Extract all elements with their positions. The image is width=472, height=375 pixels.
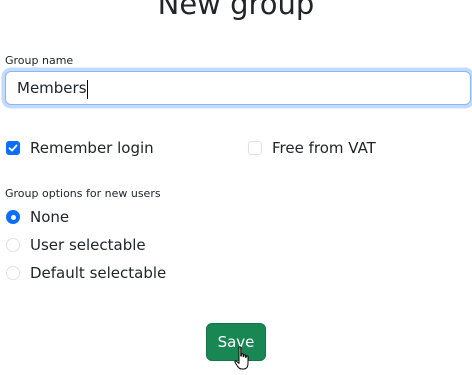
group-options-label: Group options for new users bbox=[5, 187, 161, 200]
remember-login-checkbox-row[interactable]: Remember login bbox=[6, 139, 154, 157]
radio-option-user-selectable[interactable]: User selectable bbox=[6, 236, 146, 254]
radio-none-label: None bbox=[30, 208, 70, 226]
check-icon bbox=[8, 144, 18, 152]
free-from-vat-checkbox-row[interactable]: Free from VAT bbox=[248, 139, 376, 157]
radio-default-selectable-label: Default selectable bbox=[30, 264, 167, 282]
radio-user-selectable-button[interactable] bbox=[6, 238, 20, 252]
group-name-label: Group name bbox=[5, 54, 74, 67]
remember-login-label: Remember login bbox=[30, 139, 154, 157]
page-title: New group bbox=[157, 0, 315, 21]
radio-user-selectable-label: User selectable bbox=[30, 236, 146, 254]
free-from-vat-label: Free from VAT bbox=[272, 139, 376, 157]
radio-none-button[interactable] bbox=[6, 210, 20, 224]
radio-option-none[interactable]: None bbox=[6, 208, 69, 226]
free-from-vat-checkbox[interactable] bbox=[248, 141, 262, 155]
text-caret bbox=[87, 80, 88, 99]
remember-login-checkbox[interactable] bbox=[6, 141, 20, 155]
radio-option-default-selectable[interactable]: Default selectable bbox=[6, 264, 166, 282]
page: New group Group name Remember login Free… bbox=[0, 0, 472, 375]
hand-pointer-icon bbox=[234, 346, 249, 370]
group-name-input[interactable] bbox=[5, 71, 471, 105]
radio-default-selectable-button[interactable] bbox=[6, 266, 20, 280]
